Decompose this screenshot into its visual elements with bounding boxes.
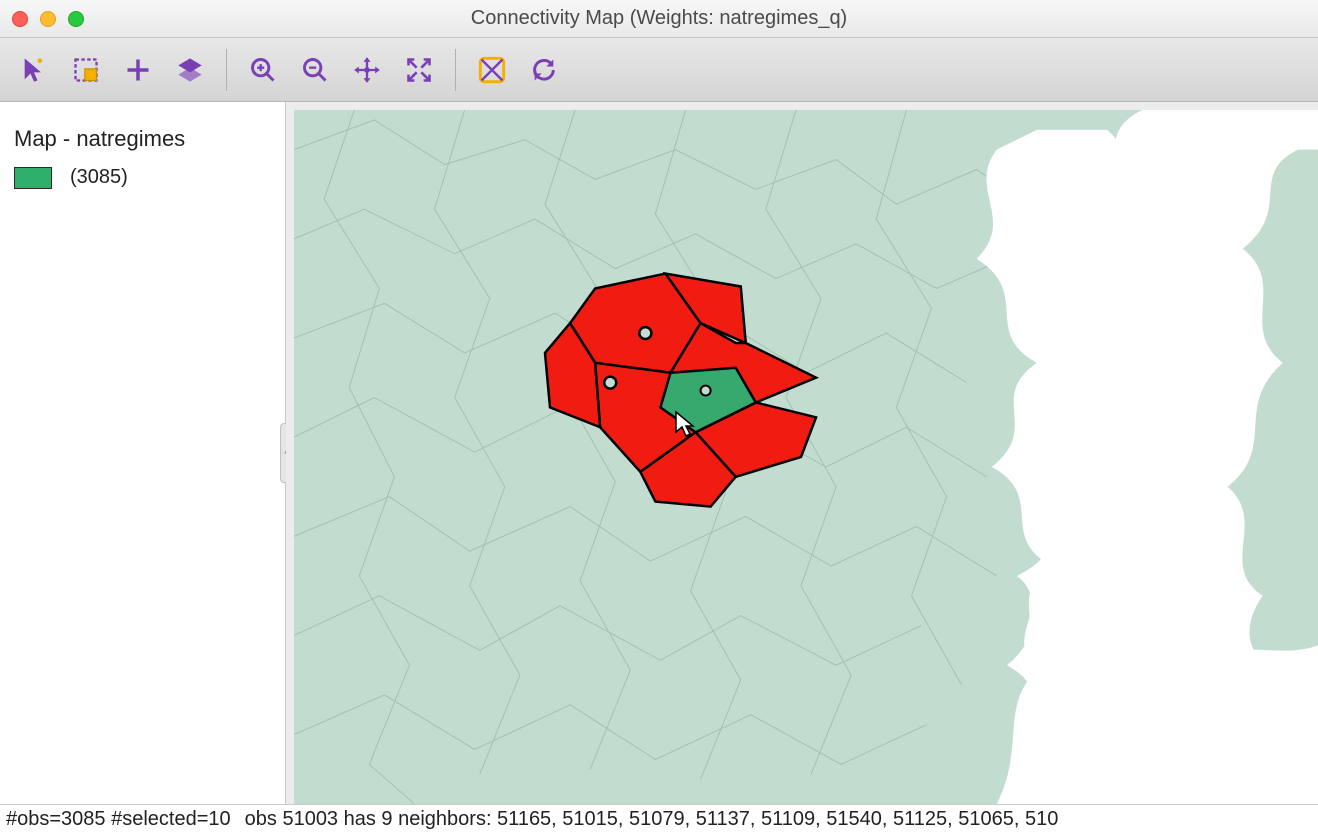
toolbar (0, 38, 1318, 102)
status-neighbors: obs 51003 has 9 neighbors: 51165, 51015,… (245, 808, 1059, 831)
window-controls (12, 11, 84, 27)
refresh-icon (530, 56, 558, 84)
refresh-tool[interactable] (520, 46, 568, 94)
basemap-tool[interactable] (468, 46, 516, 94)
window-title: Connectivity Map (Weights: natregimes_q) (0, 7, 1318, 30)
close-icon[interactable] (12, 11, 28, 27)
minimize-icon[interactable] (40, 11, 56, 27)
titlebar: Connectivity Map (Weights: natregimes_q) (0, 0, 1318, 38)
pan-icon (353, 56, 381, 84)
zoom-in-tool[interactable] (239, 46, 287, 94)
map-svg (294, 110, 1318, 804)
main-area: Map - natregimes (3085) (0, 102, 1318, 804)
plus-icon (124, 56, 152, 84)
toolbar-separator (455, 49, 456, 91)
select-rect-icon (72, 56, 100, 84)
rectangle-select-tool[interactable] (62, 46, 110, 94)
legend-panel: Map - natregimes (3085) (0, 102, 286, 804)
legend-item: (3085) (14, 166, 271, 189)
layers-icon (176, 56, 204, 84)
legend-title: Map - natregimes (14, 126, 271, 152)
fit-extent-icon (405, 56, 433, 84)
status-obs-count: #obs=3085 #selected=10 (6, 808, 231, 831)
fullscreen-icon[interactable] (68, 11, 84, 27)
zoom-out-icon (301, 56, 329, 84)
map-viewport[interactable] (286, 102, 1318, 804)
basemap-icon (478, 56, 506, 84)
status-bar: #obs=3085 #selected=10 obs 51003 has 9 n… (0, 804, 1318, 834)
zoom-out-tool[interactable] (291, 46, 339, 94)
water-shape (977, 110, 1318, 804)
fit-extent-tool[interactable] (395, 46, 443, 94)
legend-swatch (14, 167, 52, 189)
legend-count: (3085) (70, 166, 128, 189)
toolbar-separator (226, 49, 227, 91)
pointer-tool[interactable] (10, 46, 58, 94)
zoom-in-icon (249, 56, 277, 84)
map-canvas[interactable] (294, 110, 1318, 804)
layers-tool[interactable] (166, 46, 214, 94)
pointer-icon (20, 56, 48, 84)
add-tool[interactable] (114, 46, 162, 94)
pan-tool[interactable] (343, 46, 391, 94)
